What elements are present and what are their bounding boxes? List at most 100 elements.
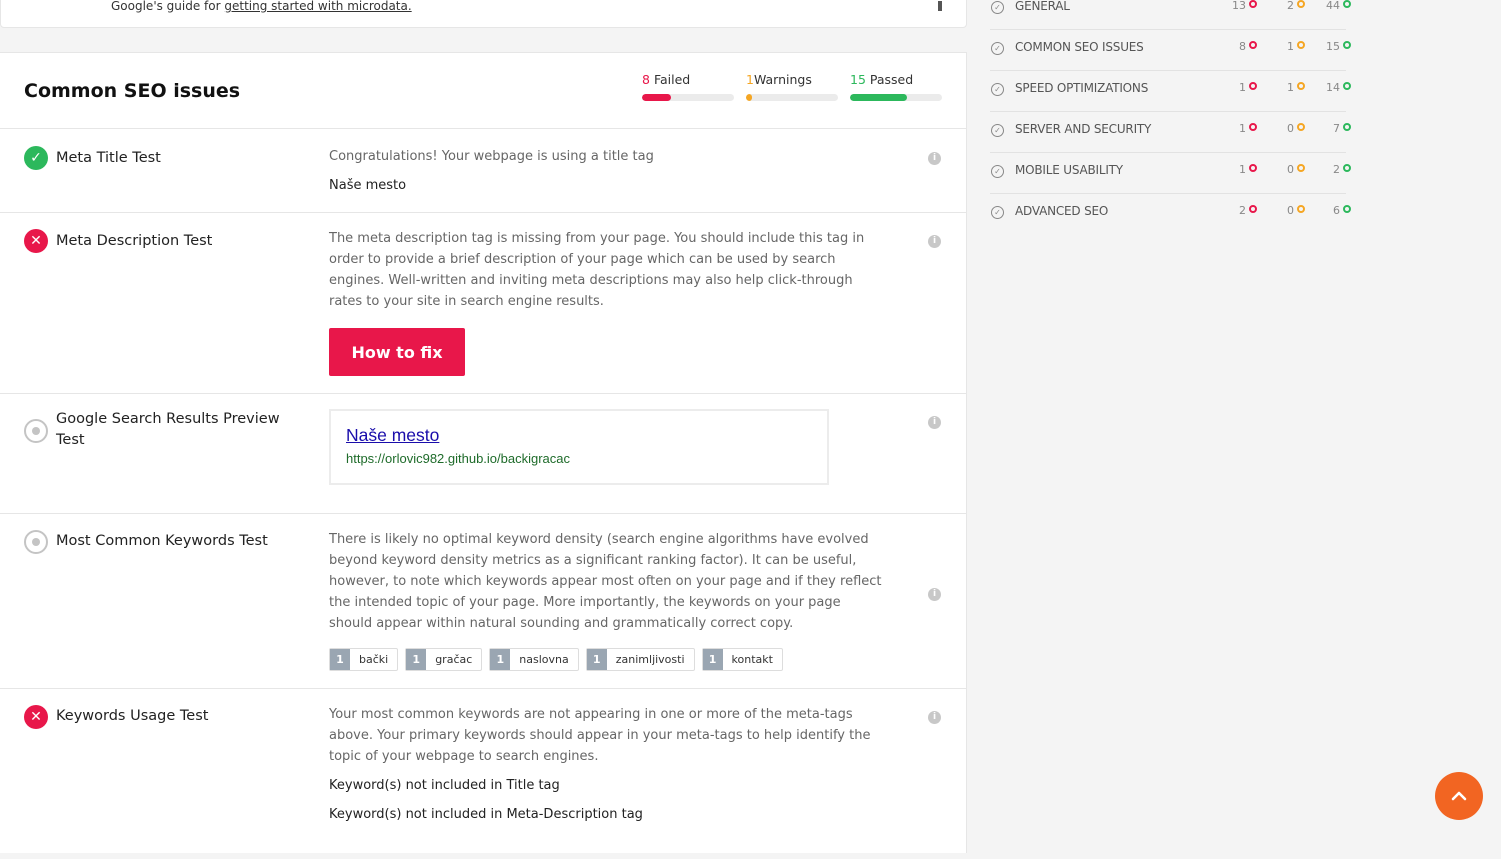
failed-count: 1 (1221, 163, 1257, 176)
keyword-count: 1 (406, 649, 427, 670)
warnings-count: 1 (1269, 81, 1305, 94)
meta-title-value: Naše mesto (329, 178, 407, 193)
info-icon[interactable]: i (928, 416, 941, 429)
failed-dot-icon (1249, 164, 1257, 172)
passed-stat: 15 Passed (850, 72, 942, 101)
sidebar-item-advanced-seo[interactable]: ✓ ADVANCED SEO 2 0 6 (990, 194, 1351, 234)
warnings-stat: 1Warnings (746, 72, 838, 101)
passed-progress-bar (850, 94, 942, 101)
warnings-count: 2 (1269, 0, 1305, 12)
test-description: The meta description tag is missing from… (329, 231, 865, 309)
warning-dot-icon (1297, 205, 1305, 213)
passed-dot-icon (1343, 123, 1351, 131)
warnings-label: Warnings (753, 72, 812, 87)
info-icon[interactable]: i (928, 711, 941, 724)
meta-description-test-row: ✕ Meta Description Test The meta descrip… (0, 213, 966, 394)
count-value: 0 (1287, 163, 1294, 176)
keyword-word: zanimljivosti (615, 653, 685, 666)
sidebar-item-general[interactable]: ✓ GENERAL 13 2 44 (990, 0, 1351, 30)
sidebar-item-speed-optimizations[interactable]: ✓ SPEED OPTIMIZATIONS 1 1 14 (990, 71, 1351, 112)
category-name: SPEED OPTIMIZATIONS (1015, 81, 1149, 95)
info-icon[interactable]: i (928, 588, 941, 601)
pass-check-icon: ✓ (24, 146, 48, 170)
keyword-tag: 1 bački (329, 648, 399, 671)
serp-url: https://orlovic982.github.io/backigracac (346, 451, 571, 466)
section-title: Common SEO issues (24, 80, 241, 102)
failed-stat: 8 Failed (642, 72, 734, 101)
failed-count: 1 (1221, 81, 1257, 94)
category-name: SERVER AND SECURITY (1015, 122, 1152, 136)
sidebar-item-mobile-usability[interactable]: ✓ MOBILE USABILITY 1 0 2 (990, 153, 1351, 194)
count-value: 6 (1333, 204, 1340, 217)
warnings-count: 0 (1269, 204, 1305, 217)
warnings-count: 0 (1269, 163, 1305, 176)
common-seo-issues-card: Common SEO issues 8 Failed 1Warnings 15 … (0, 52, 967, 853)
failed-progress-fill (642, 94, 672, 101)
category-name: MOBILE USABILITY (1015, 163, 1123, 177)
fail-x-icon: ✕ (24, 229, 48, 253)
count-value: 2 (1287, 0, 1294, 12)
warning-dot-icon (1297, 123, 1305, 131)
sidebar-item-common-seo-issues[interactable]: ✓ COMMON SEO ISSUES 8 1 15 (990, 30, 1351, 71)
warning-dot-icon (1297, 41, 1305, 49)
keyword-word: bački (359, 653, 389, 666)
failed-count: 8 (1221, 40, 1257, 53)
category-name: GENERAL (1015, 0, 1070, 13)
microdata-guide-link[interactable]: getting started with microdata. (224, 0, 411, 13)
count-value: 1 (1239, 163, 1246, 176)
check-circle-icon: ✓ (991, 165, 1004, 178)
count-value: 7 (1333, 122, 1340, 135)
passed-dot-icon (1343, 0, 1351, 8)
main-column: Google's guide for getting started with … (0, 0, 967, 853)
info-icon[interactable]: i (928, 152, 941, 165)
warnings-count: 0 (1269, 122, 1305, 135)
warning-dot-icon (1297, 82, 1305, 90)
check-circle-icon: ✓ (991, 206, 1004, 219)
warnings-progress-bar (746, 94, 838, 101)
info-circle-icon (24, 530, 48, 554)
count-value: 2 (1333, 163, 1340, 176)
info-circle-icon (24, 419, 48, 443)
passed-progress-fill (850, 94, 908, 101)
how-to-fix-button[interactable]: How to fix (329, 328, 465, 376)
failed-label: Failed (653, 72, 691, 87)
info-icon[interactable]: i (928, 235, 941, 248)
serp-title-link[interactable]: Naše mesto (346, 425, 439, 446)
count-value: 1 (1287, 40, 1294, 53)
serp-preview-box: Naše mesto https://orlovic982.github.io/… (329, 409, 829, 485)
keyword-count: 1 (702, 649, 723, 670)
failed-dot-icon (1249, 82, 1257, 90)
test-description: Congratulations! Your webpage is using a… (329, 149, 654, 164)
meta-title-test-row: ✓ Meta Title Test Congratulations! Your … (0, 129, 966, 213)
scroll-indicator (938, 1, 942, 11)
scroll-to-top-button[interactable] (1435, 772, 1483, 820)
section-header: Common SEO issues 8 Failed 1Warnings 15 … (0, 53, 966, 129)
failed-progress-bar (642, 94, 734, 101)
keyword-word: kontakt (731, 653, 773, 666)
warnings-count: 1 (1269, 40, 1305, 53)
keyword-count: 1 (490, 649, 511, 670)
count-value: 1 (1239, 81, 1246, 94)
count-value: 14 (1326, 81, 1340, 94)
keyword-tag: 1 naslovna (489, 648, 579, 671)
keyword-word: gračac (435, 653, 473, 666)
sidebar-item-server-and-security[interactable]: ✓ SERVER AND SECURITY 1 0 7 (990, 112, 1351, 153)
count-value: 44 (1326, 0, 1340, 12)
title-tag-warning: Keyword(s) not included in Title tag (329, 778, 560, 793)
warning-dot-icon (1297, 164, 1305, 172)
warnings-progress-fill (746, 94, 752, 101)
keyword-tags: 1 bački 1 gračac 1 naslovna 1 zanimljivosti … (329, 648, 783, 671)
microdata-card: Google's guide for getting started with … (0, 0, 967, 28)
count-value: 1 (1287, 81, 1294, 94)
category-name: ADVANCED SEO (1015, 204, 1109, 218)
passed-dot-icon (1343, 205, 1351, 213)
fail-x-icon: ✕ (24, 705, 48, 729)
passed-count: 14 (1315, 81, 1351, 94)
keyword-word: naslovna (519, 653, 569, 666)
failed-count: 1 (1221, 122, 1257, 135)
failed-count: 2 (1221, 204, 1257, 217)
passed-count: 6 (1315, 204, 1351, 217)
count-value: 0 (1287, 122, 1294, 135)
failed-dot-icon (1249, 123, 1257, 131)
check-circle-icon: ✓ (991, 42, 1004, 55)
